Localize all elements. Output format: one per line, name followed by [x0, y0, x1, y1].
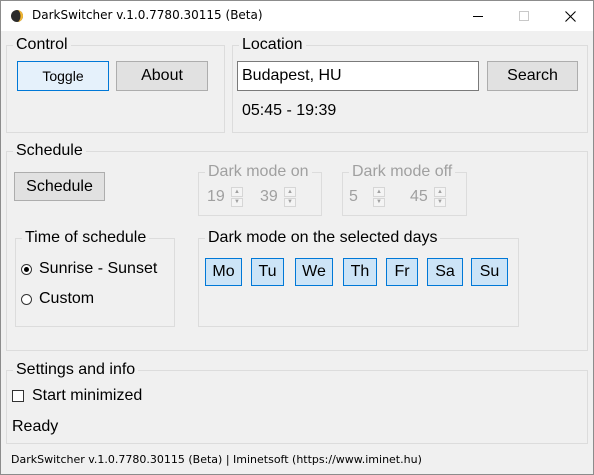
- start-minimized-label: Start minimized: [32, 387, 143, 404]
- dark-off-minute-stepper: 45 ▲ ▼: [410, 186, 446, 208]
- close-button[interactable]: [547, 1, 593, 31]
- dark-off-minute-value: 45: [410, 188, 428, 205]
- spin-down-icon: ▼: [284, 197, 296, 207]
- title-bar[interactable]: DarkSwitcher v.1.0.7780.30115 (Beta): [1, 1, 593, 31]
- maximize-icon: [519, 11, 529, 21]
- selected-days-legend: Dark mode on the selected days: [205, 229, 441, 247]
- dark-on-hour-stepper: 19 ▲ ▼: [207, 186, 243, 208]
- dark-off-hour-arrows: ▲ ▼: [373, 187, 385, 207]
- about-button[interactable]: About: [116, 61, 208, 91]
- maximize-button: [501, 1, 547, 31]
- footer-info: DarkSwitcher v.1.0.7780.30115 (Beta) | I…: [11, 453, 422, 466]
- day-toggle-sa[interactable]: Sa: [427, 258, 463, 286]
- minimize-button[interactable]: [455, 1, 501, 31]
- radio-sunrise-sunset[interactable]: Sunrise - Sunset: [21, 260, 157, 278]
- radio-checked-icon[interactable]: [21, 263, 32, 275]
- day-toggle-th[interactable]: Th: [343, 258, 377, 286]
- schedule-button[interactable]: Schedule: [14, 172, 105, 201]
- location-legend: Location: [239, 36, 306, 54]
- spin-down-icon: ▼: [231, 197, 243, 207]
- spin-down-icon: ▼: [373, 197, 385, 207]
- radio-sunrise-sunset-label: Sunrise - Sunset: [39, 260, 158, 277]
- dark-off-minute-arrows: ▲ ▼: [434, 187, 446, 207]
- start-minimized-checkbox[interactable]: Start minimized: [12, 387, 142, 405]
- sunrise-sunset-times: 05:45 - 19:39: [242, 102, 337, 119]
- toggle-button[interactable]: Toggle: [17, 61, 109, 91]
- dark-mode-off-legend: Dark mode off: [349, 163, 456, 181]
- status-text: Ready: [12, 418, 59, 435]
- dark-on-minute-arrows: ▲ ▼: [284, 187, 296, 207]
- time-of-schedule-group: Time of schedule: [15, 229, 175, 327]
- search-button[interactable]: Search: [487, 61, 578, 91]
- radio-custom[interactable]: Custom: [21, 290, 94, 308]
- spin-up-icon: ▲: [434, 187, 446, 197]
- dark-on-minute-value: 39: [260, 188, 278, 205]
- radio-unchecked-icon[interactable]: [21, 293, 32, 305]
- spin-down-icon: ▼: [434, 197, 446, 207]
- time-of-schedule-legend: Time of schedule: [22, 229, 150, 247]
- spin-up-icon: ▲: [284, 187, 296, 197]
- checkbox-unchecked-icon[interactable]: [12, 390, 24, 402]
- spin-up-icon: ▲: [373, 187, 385, 197]
- dark-off-hour-stepper: 5 ▲ ▼: [349, 186, 385, 208]
- spin-up-icon: ▲: [231, 187, 243, 197]
- app-logo-icon: [10, 9, 24, 23]
- settings-legend: Settings and info: [13, 361, 139, 379]
- radio-custom-label: Custom: [39, 290, 95, 307]
- day-toggle-tu[interactable]: Tu: [251, 258, 284, 286]
- day-toggle-fr[interactable]: Fr: [386, 258, 418, 286]
- dark-on-hour-value: 19: [207, 188, 225, 205]
- location-input[interactable]: Budapest, HU: [237, 61, 479, 91]
- day-toggle-su[interactable]: Su: [471, 258, 508, 286]
- dark-mode-on-legend: Dark mode on: [205, 163, 312, 181]
- app-window: DarkSwitcher v.1.0.7780.30115 (Beta) Con…: [0, 0, 594, 475]
- window-title: DarkSwitcher v.1.0.7780.30115 (Beta): [32, 8, 263, 22]
- schedule-legend: Schedule: [13, 142, 86, 160]
- day-toggle-we[interactable]: We: [295, 258, 333, 286]
- control-legend: Control: [13, 36, 71, 54]
- settings-group: Settings and info: [6, 361, 588, 444]
- dark-off-hour-value: 5: [349, 188, 358, 205]
- day-toggle-mo[interactable]: Mo: [205, 258, 242, 286]
- minimize-icon: [473, 16, 483, 17]
- dark-on-hour-arrows: ▲ ▼: [231, 187, 243, 207]
- close-icon: [564, 10, 576, 22]
- dark-on-minute-stepper: 39 ▲ ▼: [260, 186, 296, 208]
